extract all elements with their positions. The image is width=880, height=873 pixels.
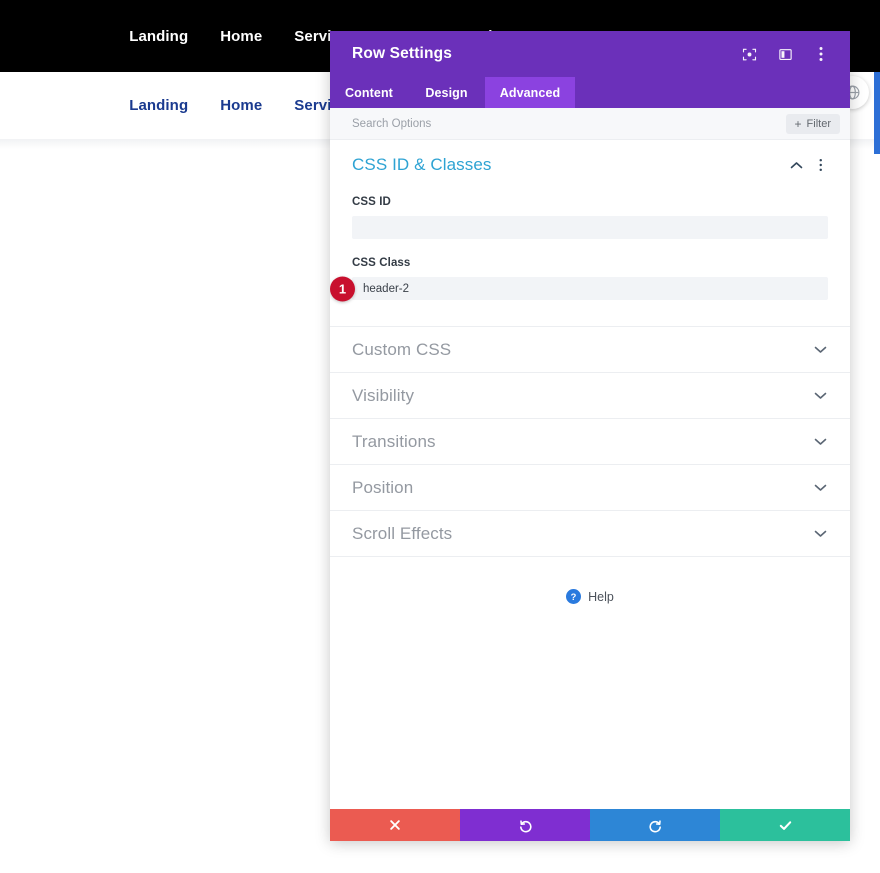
help-link[interactable]: ? Help — [566, 589, 614, 604]
settings-group-title: Visibility — [352, 386, 812, 406]
layout-panel-icon[interactable] — [774, 43, 796, 65]
nav-link-landing[interactable]: Landing — [129, 28, 188, 45]
help-label: Help — [588, 590, 614, 604]
redo-button[interactable] — [590, 809, 720, 841]
search-input[interactable] — [352, 118, 786, 130]
expand-view-icon[interactable] — [738, 43, 760, 65]
modal-tab-bar: Content Design Advanced — [330, 77, 850, 108]
settings-group-title: Custom CSS — [352, 340, 812, 360]
chevron-down-icon — [812, 434, 828, 450]
css-id-input[interactable] — [352, 216, 828, 239]
redo-icon — [648, 818, 663, 833]
tab-content[interactable]: Content — [330, 77, 408, 108]
chevron-down-icon — [812, 388, 828, 404]
chevron-down-icon — [812, 526, 828, 542]
save-button[interactable] — [720, 809, 850, 841]
cancel-button[interactable] — [330, 809, 460, 841]
modal-body: CSS ID & Classes — [330, 140, 850, 809]
settings-group-scroll-effects[interactable]: Scroll Effects — [330, 511, 850, 557]
field-css-id-label: CSS ID — [352, 196, 828, 208]
undo-button[interactable] — [460, 809, 590, 841]
check-icon — [778, 818, 793, 833]
secondary-nav-link-landing[interactable]: Landing — [129, 97, 188, 114]
modal-title: Row Settings — [352, 45, 738, 63]
field-css-class: CSS Class 1 — [352, 257, 828, 300]
settings-group-title: Transitions — [352, 432, 812, 452]
settings-group-transitions[interactable]: Transitions — [330, 419, 850, 465]
row-settings-modal: Row Settings — [330, 31, 850, 841]
secondary-nav-link-home[interactable]: Home — [220, 97, 262, 114]
settings-group-actions — [789, 157, 828, 173]
search-options-row: + Filter — [330, 108, 850, 140]
settings-group-title: Scroll Effects — [352, 524, 812, 544]
step-badge-1: 1 — [330, 276, 355, 301]
svg-text:?: ? — [571, 592, 577, 602]
settings-group-custom-css[interactable]: Custom CSS — [330, 327, 850, 373]
css-class-input-wrap: 1 — [352, 277, 828, 300]
settings-group-header[interactable]: CSS ID & Classes — [352, 140, 828, 190]
modal-footer — [330, 809, 850, 841]
css-class-input[interactable] — [352, 277, 828, 300]
more-options-icon[interactable] — [810, 43, 832, 65]
plus-icon: + — [795, 118, 802, 130]
settings-group-css-id-classes: CSS ID & Classes — [330, 140, 850, 327]
settings-group-title: Position — [352, 478, 812, 498]
tab-advanced[interactable]: Advanced — [485, 77, 575, 108]
page-accent-bar — [874, 72, 880, 154]
settings-group-title: CSS ID & Classes — [352, 155, 789, 175]
chevron-up-icon[interactable] — [789, 157, 803, 173]
chevron-down-icon — [812, 342, 828, 358]
settings-group-position[interactable]: Position — [330, 465, 850, 511]
tab-design[interactable]: Design — [408, 77, 485, 108]
filter-button[interactable]: + Filter — [786, 114, 840, 134]
chevron-down-icon — [812, 480, 828, 496]
filter-button-label: Filter — [807, 118, 831, 130]
field-css-id: CSS ID — [352, 196, 828, 239]
close-icon — [389, 819, 401, 831]
modal-header: Row Settings — [330, 31, 850, 77]
settings-group-visibility[interactable]: Visibility — [330, 373, 850, 419]
field-css-class-label: CSS Class — [352, 257, 828, 269]
group-more-options-icon[interactable] — [814, 157, 828, 173]
question-circle-icon: ? — [566, 589, 581, 604]
nav-link-home[interactable]: Home — [220, 28, 262, 45]
help-row: ? Help — [330, 557, 850, 604]
modal-header-actions — [738, 43, 832, 65]
undo-icon — [518, 818, 533, 833]
